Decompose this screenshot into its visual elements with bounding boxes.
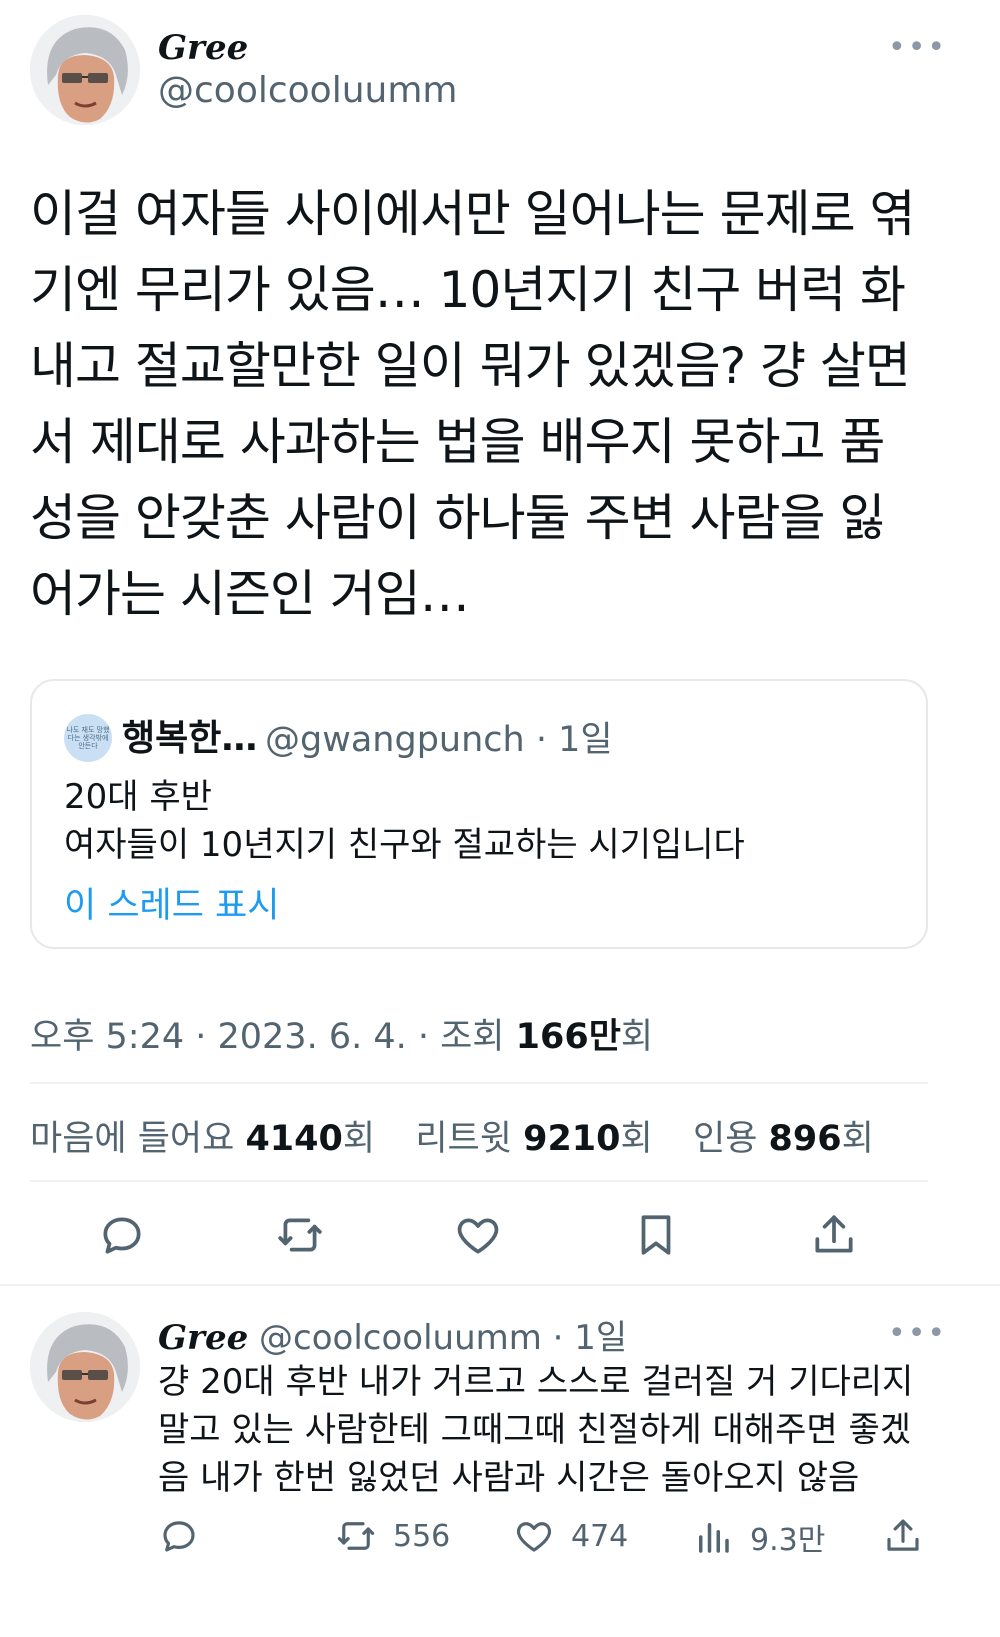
quoted-author-avatar: 나도 재도 망했다는 생각밖에 안든다 bbox=[64, 714, 112, 762]
quotes-stat[interactable]: 인용 896회 bbox=[693, 1119, 874, 1159]
author-name[interactable]: Gree bbox=[158, 28, 248, 68]
reply-like-button[interactable]: 474 bbox=[513, 1515, 628, 1557]
quoted-tweet-card[interactable]: 나도 재도 망했다는 생각밖에 안든다 행복한… @gwangpunch · 1… bbox=[30, 679, 928, 949]
show-thread-link[interactable]: 이 스레드 표시 bbox=[64, 877, 279, 928]
reply-share-button[interactable] bbox=[882, 1515, 940, 1557]
reply-line: 말고 있는 사람한테 그때그때 친절하게 대해주면 좋겠 bbox=[158, 1410, 912, 1450]
quoted-tweet-text: 20대 후반 여자들이 10년지기 친구와 절교하는 시기입니다 bbox=[64, 773, 745, 869]
tweet-line: 기엔 무리가 있음… 10년지기 친구 버럭 화 bbox=[30, 261, 906, 319]
quoted-author-name: 행복한… bbox=[122, 718, 258, 759]
reply-reply-button[interactable] bbox=[158, 1515, 216, 1557]
reply-line: 걍 20대 후반 내가 거르고 스스로 걸러질 거 기다리지 bbox=[158, 1362, 914, 1402]
quoted-line: 20대 후반 bbox=[64, 777, 212, 817]
author-avatar[interactable] bbox=[30, 15, 140, 125]
tweet-line: 내고 절교할만한 일이 뭐가 있겠음? 걍 살면 bbox=[30, 337, 911, 395]
tweet-timestamp-views: 오후 5:24 · 2023. 6. 4. · 조회 166만회 bbox=[30, 1017, 654, 1057]
reply-author-avatar[interactable] bbox=[30, 1312, 140, 1422]
ellipsis-icon[interactable]: ••• bbox=[888, 30, 947, 65]
tweet-line: 성을 안갖춘 사람이 하나둘 주변 사람을 잃 bbox=[30, 489, 885, 547]
bookmark-icon[interactable] bbox=[626, 1205, 686, 1265]
reply-like-count: 474 bbox=[571, 1518, 629, 1554]
section-divider bbox=[0, 1284, 1000, 1286]
reply-icon[interactable] bbox=[92, 1205, 152, 1265]
tweet-line: 어가는 시즌인 거임… bbox=[30, 565, 470, 623]
tweet-line: 서 제대로 사과하는 법을 배우지 못하고 품 bbox=[30, 413, 885, 471]
reply-author-handle[interactable]: @coolcooluumm · 1일 bbox=[259, 1318, 627, 1358]
divider bbox=[30, 1082, 928, 1084]
reply-text: 걍 20대 후반 내가 거르고 스스로 걸러질 거 기다리지 말고 있는 사람한… bbox=[158, 1358, 938, 1502]
reply-retweet-count: 556 bbox=[393, 1518, 451, 1554]
like-icon bbox=[516, 1522, 552, 1552]
tweet-line: 이걸 여자들 사이에서만 일어나는 문제로 엮 bbox=[30, 185, 915, 243]
reply-author-name[interactable]: Gree bbox=[158, 1318, 248, 1358]
reply-header: Gree @coolcooluumm · 1일 bbox=[158, 1310, 627, 1359]
view-count: 166만 bbox=[515, 1017, 621, 1057]
author-handle[interactable]: @coolcooluumm bbox=[158, 70, 457, 111]
share-icon[interactable] bbox=[804, 1205, 864, 1265]
reply-icon bbox=[163, 1521, 195, 1552]
tweet-text: 이걸 여자들 사이에서만 일어나는 문제로 엮 기엔 무리가 있음… 10년지기… bbox=[30, 176, 975, 632]
retweet-icon[interactable] bbox=[270, 1205, 330, 1265]
share-icon bbox=[887, 1519, 919, 1551]
engagement-stats: 마음에 들어요 4140회 리트윗 9210회 인용 896회 bbox=[30, 1110, 874, 1161]
quoted-line: 여자들이 10년지기 친구와 절교하는 시기입니다 bbox=[64, 825, 745, 865]
views-icon bbox=[699, 1523, 729, 1553]
quoted-author-handle: @gwangpunch · 1일 bbox=[265, 720, 613, 760]
retweets-stat[interactable]: 리트윗 9210회 bbox=[415, 1119, 652, 1159]
reply-views-button[interactable]: 9.3만 bbox=[692, 1515, 825, 1559]
retweet-icon bbox=[337, 1522, 375, 1550]
likes-stat[interactable]: 마음에 들어요 4140회 bbox=[30, 1119, 375, 1159]
reply-retweet-button[interactable]: 556 bbox=[335, 1515, 450, 1557]
divider bbox=[30, 1180, 928, 1182]
reply-view-count: 9.3만 bbox=[750, 1523, 826, 1558]
like-icon[interactable] bbox=[448, 1205, 508, 1265]
reply-line: 음 내가 한번 잃었던 사람과 시간은 돌아오지 않음 bbox=[158, 1458, 860, 1498]
ellipsis-icon[interactable]: ••• bbox=[888, 1316, 947, 1351]
